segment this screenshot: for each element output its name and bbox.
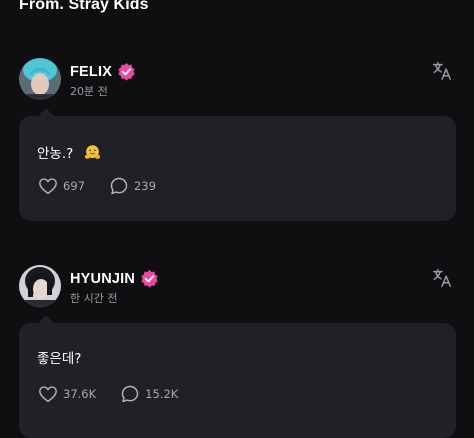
like-count: 697 [63, 179, 85, 193]
heart-icon [39, 178, 57, 195]
comment-button[interactable]: 15.2K [120, 384, 178, 404]
bubble-tail [38, 315, 54, 323]
avatar-hyunjin-image [19, 265, 61, 307]
message-text: 안농.? [37, 146, 74, 162]
avatar[interactable] [19, 58, 61, 100]
bubble-tail [38, 108, 54, 116]
comment-button[interactable]: 239 [109, 176, 156, 196]
message-text-row: 안농.? [37, 142, 101, 162]
post-timestamp: 한 시간 전 [70, 292, 118, 305]
comment-count: 15.2K [145, 387, 179, 401]
comment-count: 239 [133, 179, 156, 193]
author-name[interactable]: FELIX [70, 64, 112, 80]
verified-badge-icon [118, 62, 135, 81]
message-bubble: 좋은데? 37.6K 15.2K [19, 315, 456, 438]
like-count: 37.6K [63, 387, 97, 401]
avatar-felix-image [19, 58, 61, 100]
comment-icon [110, 177, 128, 195]
verified-badge-icon [141, 269, 158, 288]
comment-icon [121, 385, 139, 403]
translate-icon[interactable] [431, 267, 453, 289]
translate-icon[interactable] [431, 60, 453, 82]
author-name[interactable]: HYUNJIN [70, 271, 135, 287]
heart-icon [39, 386, 57, 403]
avatar[interactable] [19, 265, 61, 307]
like-button[interactable]: 697 [38, 177, 85, 195]
message-text-row: 좋은데? [37, 347, 81, 367]
page-title: From. Stray Kids [19, 0, 149, 13]
post-timestamp: 20분 전 [70, 85, 108, 98]
message-text: 좋은데? [37, 351, 82, 367]
like-button[interactable]: 37.6K [38, 385, 96, 403]
hugging-face-emoji [84, 145, 100, 159]
message-bubble: 안농.? 697 239 [19, 108, 456, 221]
